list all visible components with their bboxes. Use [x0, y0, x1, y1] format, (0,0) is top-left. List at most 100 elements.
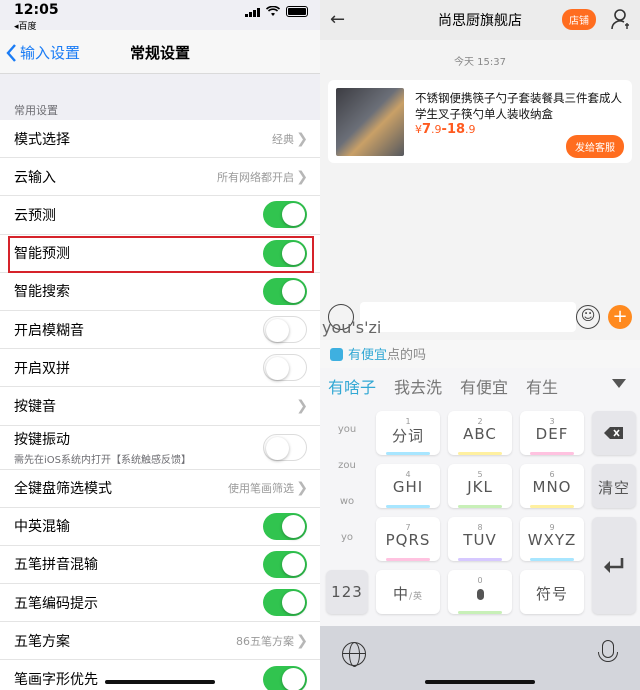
stroke-priority-toggle[interactable] [263, 665, 307, 690]
candidate-item[interactable]: 有生 [526, 374, 558, 398]
side-pinyin-option[interactable]: you [326, 424, 368, 435]
wubi-code-hint-toggle[interactable] [263, 589, 307, 617]
chevron-right-icon: ❯ [296, 130, 308, 147]
row-value: 使用笔画筛选 [228, 482, 294, 496]
row-label: 模式选择 [14, 131, 70, 148]
pinyin-composition: you's'zi [322, 318, 382, 337]
wubi-pinyin-mix-toggle[interactable] [263, 550, 307, 578]
cloud-predict-toggle[interactable] [263, 201, 307, 229]
row-label: 五笔方案 [14, 633, 70, 650]
row-key-sound[interactable]: 按键音 ❯ [0, 387, 320, 426]
cn-en-mix-toggle[interactable] [263, 512, 307, 540]
key-9[interactable]: 9 WXYZ [520, 517, 584, 561]
row-subtitle: 需先在iOS系统内打开【系统触感反馈】 [14, 454, 191, 466]
row-label: 开启双拼 [14, 360, 70, 377]
key-6[interactable]: 6 MNO [520, 464, 584, 508]
key-1[interactable]: 1 分词 [376, 411, 440, 455]
fuzzy-sound-toggle[interactable] [263, 316, 307, 344]
side-pinyin-option[interactable]: wo [326, 496, 368, 507]
row-value: 经典 [272, 132, 294, 146]
row-cloud-input[interactable]: 云输入 所有网络都开启 ❯ [0, 158, 320, 197]
row-label: 按键音 [14, 398, 56, 415]
row-label: 云预测 [14, 207, 56, 224]
expand-candidates-icon[interactable] [612, 379, 626, 388]
home-indicator [105, 680, 215, 684]
row-label: 开启模糊音 [14, 322, 84, 339]
candidate-item[interactable]: 有便宜 [460, 374, 508, 398]
key-7[interactable]: 7 PQRS [376, 517, 440, 561]
signal-icon [245, 7, 260, 17]
smart-predict-toggle[interactable] [263, 239, 307, 267]
row-label: 智能预测 [14, 246, 70, 263]
chat-screen: ← 尚思厨旗舰店 店铺 今天 15:37 不锈钢便携筷子勺子套装餐具三件套成人学… [320, 0, 640, 690]
candidate-item[interactable]: 我去洗 [394, 374, 442, 398]
settings-list: 模式选择 经典 ❯ 云输入 所有网络都开启 ❯ 云预测 智能预测 智能搜索 开启模糊音 … [0, 120, 320, 690]
message-input[interactable] [360, 302, 576, 332]
double-pinyin-toggle[interactable] [263, 354, 307, 382]
row-label: 五笔编码提示 [14, 595, 98, 612]
row-cloud-predict: 云预测 [0, 196, 320, 235]
chevron-right-icon: ❯ [296, 480, 308, 497]
section-header: 常用设置 [14, 104, 58, 117]
row-value: 所有网络都开启 [217, 170, 294, 184]
key-5[interactable]: 5 JKL [448, 464, 512, 508]
product-title: 不锈钢便携筷子勺子套装餐具三件套成人学生叉子筷勺单人装收纳盒 [415, 91, 622, 121]
row-mode-select[interactable]: 模式选择 经典 ❯ [0, 120, 320, 159]
keyboard: you zou wo yo 1 分词 2 ABC 3 DEF 4 GHI 5 JKL 6M… [320, 404, 640, 626]
side-pinyin-option[interactable]: zou [326, 460, 368, 471]
row-label: 按键振动 [14, 431, 70, 448]
row-label: 中英混输 [14, 519, 70, 536]
plus-icon[interactable]: + [608, 305, 632, 329]
store-button[interactable]: 店铺 [562, 9, 596, 30]
side-pinyin-option[interactable]: yo [326, 532, 368, 543]
row-smart-predict: 智能预测 [0, 235, 320, 273]
candidate-item[interactable]: 有啥子 [328, 374, 376, 398]
row-wubi-code-hint: 五笔编码提示 [0, 584, 320, 623]
backspace-icon [604, 427, 623, 439]
settings-screen: 12:05 ◂百度 输入设置 常规设置 常用设置 模式选择 经典 ❯ 云输入 所有网络… [0, 0, 320, 690]
key-0-space[interactable]: 0 [448, 570, 512, 614]
row-label: 笔画字形优先 [14, 672, 98, 689]
mic-small-icon [476, 589, 484, 600]
send-to-service-button[interactable]: 发给客服 [566, 135, 624, 158]
battery-icon [286, 6, 308, 17]
row-fuzzy-sound: 开启模糊音 [0, 311, 320, 350]
row-keyboard-filter[interactable]: 全键盘筛选模式 使用笔画筛选 ❯ [0, 470, 320, 508]
key-4[interactable]: 4 GHI [376, 464, 440, 508]
chevron-right-icon: ❯ [296, 397, 308, 414]
key-8[interactable]: 8 TUV [448, 517, 512, 561]
backspace-key[interactable] [592, 411, 636, 455]
numeric-key[interactable]: 123 [326, 570, 368, 614]
user-icon[interactable] [610, 8, 630, 30]
product-card[interactable]: 不锈钢便携筷子勺子套装餐具三件套成人学生叉子筷勺单人装收纳盒 ¥7.9-18.9… [328, 80, 632, 163]
product-price: ¥7.9-18.9 [415, 122, 476, 137]
key-2[interactable]: 2 ABC [448, 411, 512, 455]
row-wubi-scheme[interactable]: 五笔方案 86五笔方案 ❯ [0, 622, 320, 661]
key-3[interactable]: 3 DEF [520, 411, 584, 455]
globe-icon[interactable] [342, 642, 366, 667]
timestamp: 今天 15:37 [454, 57, 506, 68]
lang-switch-key[interactable]: 中/英 [376, 570, 440, 614]
row-wubi-pinyin-mix: 五笔拼音混输 [0, 546, 320, 585]
status-icons [245, 6, 308, 17]
association-suggestion[interactable]: 有便宜点的吗 [320, 340, 640, 368]
candidate-bar: 有啥子 我去洗 有便宜 有生 [320, 368, 640, 404]
status-bar: 12:05 ◂百度 [0, 0, 320, 32]
row-double-pinyin: 开启双拼 [0, 349, 320, 388]
enter-icon [604, 558, 624, 573]
row-label: 五笔拼音混输 [14, 557, 98, 574]
enter-key[interactable] [592, 517, 636, 614]
row-label: 智能搜索 [14, 284, 70, 301]
wifi-icon [266, 6, 280, 16]
symbol-key[interactable]: 符号 [520, 570, 584, 614]
smart-search-toggle[interactable] [263, 277, 307, 305]
row-stroke-priority: 笔画字形优先 [0, 660, 320, 690]
key-vibration-toggle[interactable] [263, 433, 307, 461]
row-smart-search: 智能搜索 [0, 273, 320, 311]
emoji-icon[interactable]: ☺ [576, 305, 600, 329]
row-value: 86五笔方案 [236, 634, 294, 648]
row-cn-en-mix: 中英混输 [0, 508, 320, 546]
clear-key[interactable]: 清空 [592, 464, 636, 508]
row-label: 云输入 [14, 169, 56, 186]
row-key-vibration: 按键振动需先在iOS系统内打开【系统触感反馈】 [0, 426, 320, 470]
